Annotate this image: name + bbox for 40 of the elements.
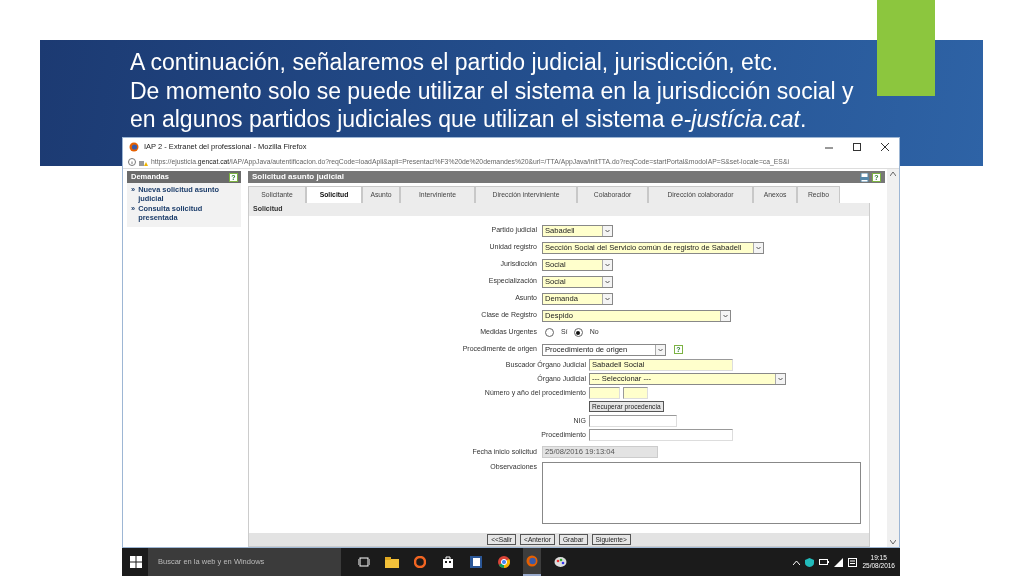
scrollbar[interactable] — [887, 169, 899, 547]
input-field[interactable] — [589, 429, 733, 441]
browser-icon[interactable] — [526, 555, 538, 567]
caret-icon — [720, 310, 730, 321]
text-area[interactable] — [542, 462, 861, 524]
paint-palette-icon[interactable] — [553, 556, 567, 568]
wifi-icon[interactable] — [834, 557, 844, 567]
store-bag-icon[interactable] — [442, 556, 454, 568]
caret-icon — [602, 293, 612, 304]
close-icon[interactable] — [881, 143, 889, 151]
input-field[interactable] — [589, 387, 620, 399]
folder-icon[interactable] — [385, 556, 399, 568]
caret-icon — [775, 374, 785, 384]
caret-icon — [602, 225, 612, 236]
caret-icon — [753, 242, 763, 253]
input-field[interactable] — [623, 387, 648, 399]
caret-icon — [655, 344, 665, 355]
battery-icon[interactable] — [819, 558, 830, 566]
scroll-up-icon[interactable] — [890, 172, 896, 176]
print-icon[interactable] — [860, 172, 869, 182]
caret-icon — [602, 276, 612, 287]
browser-icon — [129, 142, 139, 152]
shield-icon[interactable] — [805, 557, 815, 567]
windows-logo-icon[interactable] — [130, 556, 142, 568]
notification-icon[interactable] — [848, 557, 858, 567]
radio-button[interactable] — [545, 328, 554, 337]
chevron-up-icon[interactable] — [793, 559, 801, 565]
radio-button[interactable] — [573, 328, 583, 337]
maximize-icon[interactable] — [853, 143, 861, 151]
chrome-icon[interactable] — [498, 556, 510, 568]
app-icon[interactable] — [414, 556, 426, 568]
document-icon[interactable] — [470, 556, 482, 568]
page-title: Solicitud asunto judicial — [252, 171, 344, 183]
input-field[interactable] — [589, 415, 677, 427]
caret-icon — [602, 259, 612, 270]
slide-title: A continuación, señalaremos el partido judicial, jurisdicción, etc. — [130, 48, 780, 77]
task-view-icon[interactable] — [358, 557, 370, 567]
scroll-down-icon[interactable] — [890, 540, 896, 544]
slide-text: De momento solo se puede utilizar el sistema en la jurisdicción social y en algunos partidos judiciales que utilizan el sistema e-justícia.cat. — [130, 76, 855, 134]
info-icon[interactable] — [128, 158, 136, 166]
